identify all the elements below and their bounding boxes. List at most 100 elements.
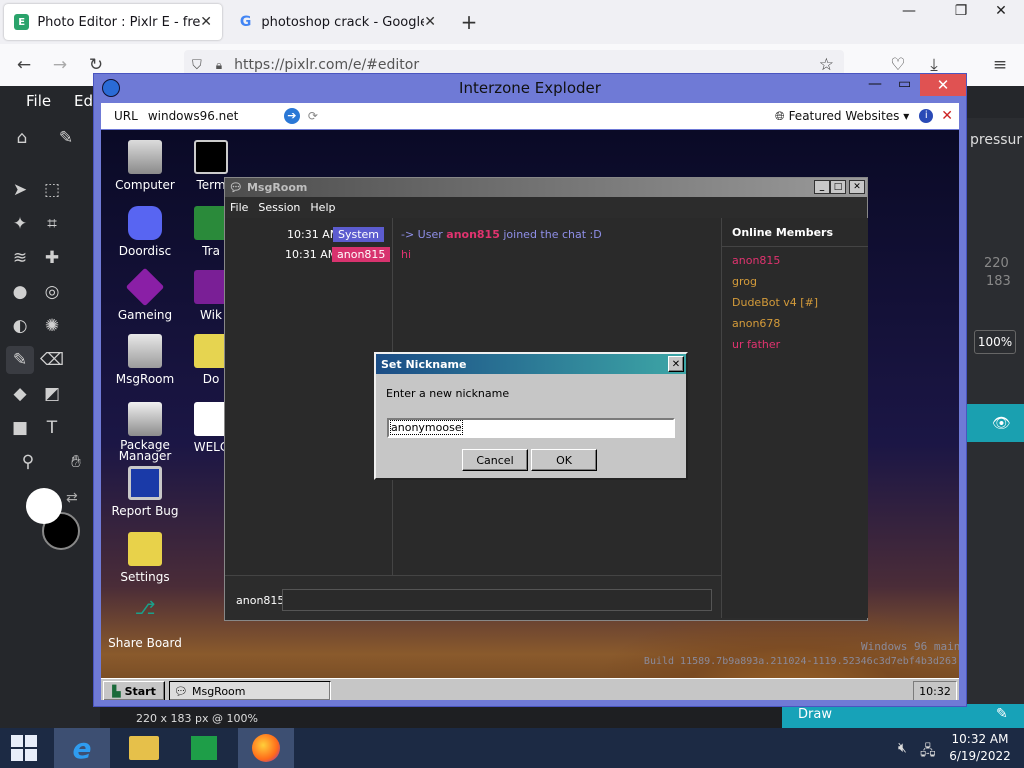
liquify-icon[interactable]: ≋	[6, 244, 34, 272]
tab-label: photoshop crack - Google Searc	[261, 14, 425, 30]
stop-icon[interactable]: ✕	[941, 108, 953, 124]
file-explorer-icon[interactable]	[116, 728, 172, 768]
info-icon[interactable]: i	[919, 109, 934, 123]
desktop-icon-gameing[interactable]: Gameing	[105, 267, 185, 322]
input-divider	[225, 575, 721, 576]
pixlr-e-icon: E	[14, 14, 30, 30]
store-icon[interactable]	[176, 728, 232, 768]
hand-icon[interactable]: ✋︎	[62, 448, 90, 476]
featured-websites-dropdown[interactable]: Featured Websites ▾	[789, 109, 910, 123]
member-item[interactable]: anon678	[732, 317, 780, 330]
desktop-icon-settings[interactable]: Settings	[105, 532, 185, 584]
member-item[interactable]: anon815	[732, 254, 780, 267]
zoom-field[interactable]: 100%	[974, 330, 1016, 354]
brush-icon[interactable]: ✎	[52, 124, 80, 152]
member-item[interactable]: grog	[732, 275, 757, 288]
gradient-icon[interactable]: ◩	[38, 380, 66, 408]
task-label: MsgRoom	[191, 684, 246, 698]
member-item[interactable]: DudeBot v4 [#]	[732, 296, 818, 309]
w96-taskbar: ▙ Start 💬︎ MsgRoom 10:32	[101, 678, 959, 700]
iz-url-input[interactable]: windows96.net	[148, 109, 284, 123]
msgroom-title-icon: 💬︎	[229, 181, 243, 194]
forward-icon[interactable]: →	[46, 52, 74, 78]
msgroom-close-button[interactable]: ✕	[849, 180, 865, 194]
dodge-icon[interactable]: ◐	[6, 312, 34, 340]
desktop-icon-share-board[interactable]: ⎇ Share Board	[105, 598, 185, 650]
volume-muted-icon[interactable]: 🔇︎	[898, 740, 907, 756]
dialog-titlebar: Set Nickname ✕	[376, 354, 686, 374]
desktop-icon-doordisc[interactable]: Doordisc	[105, 206, 185, 258]
menu-session[interactable]: Session	[258, 201, 300, 214]
taskbar-time[interactable]: 10:32 AM	[944, 732, 1016, 746]
go-arrow-icon[interactable]: ➔	[283, 108, 300, 124]
nickname-value: anonymoose	[390, 420, 463, 435]
iz-maximize-button[interactable]: ▭	[898, 76, 911, 92]
heal-icon[interactable]: ✚	[38, 244, 66, 272]
firefox-icon[interactable]	[238, 728, 294, 768]
arrange-tool-icon[interactable]: ➤	[6, 176, 34, 204]
eraser-icon[interactable]: ⌫	[38, 346, 66, 374]
menu-help[interactable]: Help	[310, 201, 335, 214]
zoom-icon[interactable]: ⚲	[14, 448, 42, 476]
interzone-titlebar: Interzone Exploder — ▭ ✕	[94, 74, 966, 102]
minimize-button[interactable]: —	[886, 0, 932, 22]
shape-icon[interactable]: ■	[6, 414, 34, 442]
swap-colors-icon[interactable]: ⇄	[66, 490, 78, 506]
tab-pixlr[interactable]: E Photo Editor : Pixlr E - free imag ✕	[4, 4, 222, 40]
draw-icon[interactable]: ✎	[6, 346, 34, 374]
bookmark-star-icon[interactable]: ☆	[819, 55, 834, 75]
sponge-icon[interactable]: ◎	[38, 278, 66, 306]
ie-taskbar-icon[interactable]: e	[54, 728, 110, 768]
msgroom-minimize-button[interactable]: _	[814, 180, 830, 194]
pixlr-status: 220 x 183 px @ 100%	[136, 712, 258, 725]
w96-task-msgroom[interactable]: 💬︎ MsgRoom	[169, 681, 331, 700]
fill-icon[interactable]: ◆	[6, 380, 34, 408]
sharpen-icon[interactable]: ✺	[38, 312, 66, 340]
tab-google[interactable]: G photoshop crack - Google Searc ✕	[228, 4, 446, 40]
members-divider	[722, 246, 868, 247]
menu-icon[interactable]: ≡	[986, 52, 1014, 78]
network-icon[interactable]: 🖧︎	[920, 740, 936, 764]
home-icon[interactable]: ⌂	[8, 124, 36, 152]
desktop-icon-computer[interactable]: Computer	[105, 140, 185, 192]
windows-start-icon[interactable]	[0, 728, 48, 768]
foreground-color-swatch[interactable]	[26, 488, 62, 524]
iz-minimize-button[interactable]: —	[868, 76, 882, 92]
desktop-icon-label: Settings	[120, 570, 170, 584]
lock-icon: 🔒︎	[215, 57, 223, 72]
menu-file[interactable]: File	[230, 201, 248, 214]
blur-icon[interactable]: ●	[6, 278, 34, 306]
new-tab-button[interactable]: +	[456, 10, 482, 34]
crop-icon[interactable]: ⌗	[38, 210, 66, 238]
dialog-prompt: Enter a new nickname	[386, 387, 510, 400]
interzone-address-bar: URL windows96.net ➔ ⟳ 🌐︎ Featured Websit…	[101, 103, 959, 129]
cancel-button[interactable]: Cancel	[462, 449, 528, 471]
msgroom-title: MsgRoom	[246, 181, 308, 194]
close-window-button[interactable]: ✕	[978, 0, 1024, 22]
iz-close-button[interactable]: ✕	[920, 74, 966, 96]
folder-icon	[194, 334, 228, 368]
url-text: https://pixlr.com/e/#editor	[234, 57, 420, 73]
nickname-input[interactable]: anonymoose	[387, 418, 675, 438]
message-input[interactable]	[282, 589, 712, 611]
close-tab-icon[interactable]: ✕	[200, 14, 212, 30]
message-text-prefix: -> User	[401, 228, 447, 241]
text-icon[interactable]: T	[38, 414, 66, 442]
close-tab-icon[interactable]: ✕	[424, 14, 436, 30]
eye-icon[interactable]: 👁︎	[992, 414, 1011, 432]
back-icon[interactable]: ←	[10, 52, 38, 78]
pixlr-menu-edit[interactable]: Ed	[74, 92, 93, 110]
wand-icon[interactable]: ✦	[6, 210, 34, 238]
desktop-icon-report-bug[interactable]: Report Bug	[105, 466, 185, 518]
msgroom-maximize-button[interactable]: □	[830, 180, 846, 194]
marquee-icon[interactable]: ⬚	[38, 176, 66, 204]
taskbar-date[interactable]: 6/19/2022	[944, 749, 1016, 763]
refresh-icon[interactable]: ⟳	[308, 109, 318, 123]
desktop-icon-msgroom[interactable]: MsgRoom	[105, 334, 185, 386]
pixlr-menu-file[interactable]: File	[26, 92, 51, 110]
ok-button[interactable]: OK	[531, 449, 597, 471]
member-item[interactable]: ur father	[732, 338, 780, 351]
w96-start-button[interactable]: ▙ Start	[103, 681, 165, 700]
desktop-icon-package-manager[interactable]: Package Manager	[105, 402, 185, 462]
dialog-close-button[interactable]: ✕	[668, 356, 684, 372]
